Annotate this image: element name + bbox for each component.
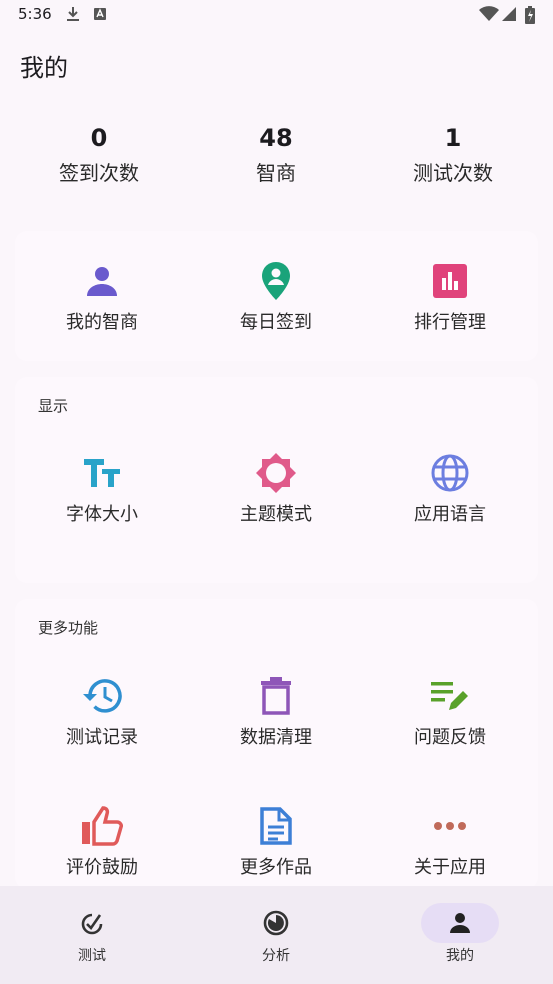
nav-label: 我的 xyxy=(446,948,474,964)
daily-checkin-button[interactable]: 每日签到 xyxy=(189,259,363,335)
feedback-button[interactable]: 问题反馈 xyxy=(363,674,537,750)
person-icon xyxy=(15,259,189,303)
download-icon xyxy=(66,6,80,26)
status-time: 5:36 xyxy=(18,5,52,23)
globe-icon xyxy=(363,451,537,495)
rate-app-button[interactable]: 评价鼓励 xyxy=(15,804,189,880)
status-bar: 5:36 xyxy=(0,0,553,30)
ranking-button[interactable]: 排行管理 xyxy=(363,259,537,335)
my-iq-button[interactable]: 我的智商 xyxy=(15,259,189,335)
bar-chart-icon xyxy=(363,259,537,303)
tile-label: 主题模式 xyxy=(240,504,312,525)
tile-label: 数据清理 xyxy=(240,727,312,748)
stat-value: 1 xyxy=(444,124,462,152)
display-settings-card: 显示 字体大小 主题模式 应用语言 xyxy=(15,377,538,583)
feedback-edit-icon xyxy=(363,674,537,718)
tile-label: 关于应用 xyxy=(414,857,486,878)
tile-label: 排行管理 xyxy=(414,312,486,333)
nav-mine[interactable]: 我的 xyxy=(368,886,552,984)
nav-analysis[interactable]: 分析 xyxy=(184,886,368,984)
wifi-icon xyxy=(479,6,499,26)
thumbs-up-icon xyxy=(15,804,189,848)
trash-icon xyxy=(189,674,363,718)
nav-label: 测试 xyxy=(78,948,106,964)
tile-label: 字体大小 xyxy=(66,504,138,525)
tile-label: 测试记录 xyxy=(66,727,138,748)
more-works-button[interactable]: 更多作品 xyxy=(189,804,363,880)
app-language-button[interactable]: 应用语言 xyxy=(363,451,537,527)
stat-tests[interactable]: 1 测试次数 xyxy=(363,120,543,190)
keyboard-icon xyxy=(93,6,107,26)
test-icon xyxy=(53,903,131,943)
about-app-button[interactable]: 关于应用 xyxy=(363,804,537,880)
nav-test[interactable]: 测试 xyxy=(0,886,184,984)
quick-actions-card: 我的智商 每日签到 排行管理 xyxy=(15,231,538,361)
tile-label: 应用语言 xyxy=(414,504,486,525)
profile-icon xyxy=(421,903,499,943)
stat-label: 测试次数 xyxy=(413,161,493,185)
history-icon xyxy=(15,674,189,718)
stat-value: 0 xyxy=(90,124,108,152)
stats-row: 0 签到次数 48 智商 1 测试次数 xyxy=(0,120,553,200)
analysis-icon xyxy=(237,903,315,943)
test-history-button[interactable]: 测试记录 xyxy=(15,674,189,750)
text-size-icon xyxy=(15,451,189,495)
theme-mode-button[interactable]: 主题模式 xyxy=(189,451,363,527)
font-size-button[interactable]: 字体大小 xyxy=(15,451,189,527)
tile-label: 我的智商 xyxy=(66,312,138,333)
page-title: 我的 xyxy=(20,54,68,82)
more-functions-card: 更多功能 测试记录 数据清理 问题反馈 评价鼓励 更多作品 关于应用 xyxy=(15,599,538,889)
bottom-navigation: 测试 分析 我的 xyxy=(0,886,553,984)
battery-icon xyxy=(525,6,535,28)
location-pin-icon xyxy=(189,259,363,303)
stat-iq[interactable]: 48 智商 xyxy=(186,120,366,190)
more-dots-icon xyxy=(363,804,537,848)
tile-label: 更多作品 xyxy=(240,857,312,878)
signal-icon xyxy=(502,6,516,26)
stat-label: 智商 xyxy=(256,161,296,185)
tile-label: 问题反馈 xyxy=(414,727,486,748)
tile-label: 每日签到 xyxy=(240,312,312,333)
data-cleanup-button[interactable]: 数据清理 xyxy=(189,674,363,750)
tile-label: 评价鼓励 xyxy=(66,857,138,878)
sun-icon xyxy=(189,451,363,495)
stat-label: 签到次数 xyxy=(59,161,139,185)
stat-checkins[interactable]: 0 签到次数 xyxy=(9,120,189,190)
nav-label: 分析 xyxy=(262,948,290,964)
section-title: 显示 xyxy=(38,397,69,415)
stat-value: 48 xyxy=(259,124,293,152)
section-title: 更多功能 xyxy=(38,619,99,637)
document-icon xyxy=(189,804,363,848)
